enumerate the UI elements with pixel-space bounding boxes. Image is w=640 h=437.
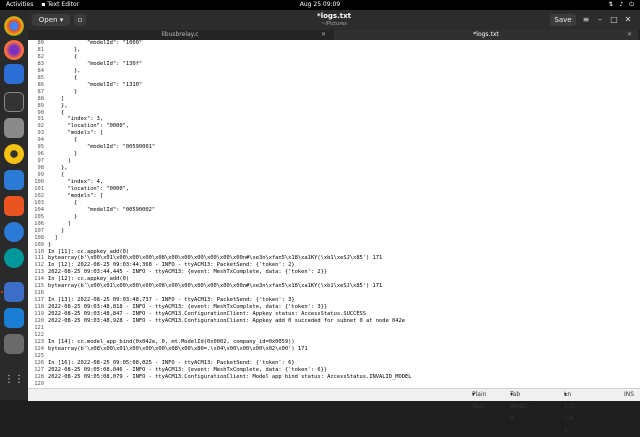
insert-mode: INS <box>624 391 635 398</box>
line-text: }, <box>48 46 81 53</box>
line-text: In [11]: cc.appkey_add(0) <box>48 248 130 255</box>
line-text: In [14]: cc.model_app_bind(0x042e, 0, mt… <box>48 338 295 345</box>
line-text: } <box>48 88 78 95</box>
line-text: 2022-08-25 09:05:08,046 - INFO - ttyACM1… <box>48 366 328 373</box>
close-tab-icon[interactable]: ✕ <box>627 30 632 40</box>
code-line: 115 bytearray(b'\x00\x01\x00\x00\x00\x08\… <box>28 283 382 290</box>
header-bar: Open ▾ ▫ *logs.txt ~/Pictures Save ≡ – □… <box>28 10 640 30</box>
line-text: "models": [ <box>48 192 104 199</box>
line-text: 2022-08-25 09:03:48,928 - INFO - ttyACM1… <box>48 318 405 324</box>
window-subtitle: ~/Pictures <box>321 21 347 27</box>
line-text: In [12]: 2022-08-25 09:03:44,368 - INFO … <box>48 262 295 269</box>
line-text: "modelId": "1000" <box>48 40 143 46</box>
maximize-icon[interactable]: □ <box>608 14 620 26</box>
syntax-selector[interactable]: Plain Text ▾ <box>472 389 486 410</box>
vscode-icon[interactable] <box>4 308 24 328</box>
libreoffice-writer-icon[interactable] <box>4 170 24 190</box>
rhythmbox-icon[interactable] <box>4 144 24 164</box>
text-content[interactable]: 80 "modelId": "1000" 81 }, 82 {83 "modelId… <box>28 40 640 388</box>
line-text: { <box>48 137 78 144</box>
minimize-icon[interactable]: – <box>594 14 606 26</box>
tab-logs[interactable]: *logs.txt ✕ <box>334 30 638 40</box>
line-text: "modelId": "1310" <box>48 81 143 88</box>
text-editor-window: Open ▾ ▫ *logs.txt ~/Pictures Save ≡ – □… <box>28 10 640 434</box>
clock[interactable]: Aug 25 09:09 <box>300 1 340 8</box>
tab-libusbrelay[interactable]: libusbrelay.c ✕ <box>28 30 332 40</box>
line-text: { <box>48 53 78 60</box>
line-text: "modelId": "00590002" <box>48 206 156 213</box>
menu-icon[interactable]: ≡ <box>580 14 592 26</box>
chrome-icon[interactable] <box>4 16 24 36</box>
line-text: }, <box>48 165 68 172</box>
line-text: "location": "0000", <box>48 123 130 130</box>
line-text: 2022-08-25 09:03:48,847 - INFO - ttyACM1… <box>48 311 367 318</box>
line-text: ] <box>48 158 71 165</box>
line-text: { <box>48 74 78 81</box>
show-apps-icon[interactable]: ⋮⋮ <box>4 370 24 390</box>
line-text: "modelId": "130f" <box>48 60 143 67</box>
files-icon[interactable] <box>4 118 24 138</box>
window-title: *logs.txt <box>317 12 351 20</box>
terminal-icon[interactable] <box>4 92 24 112</box>
system-top-bar: Activities ▪ Text Editor Aug 25 09:09 ⇅ … <box>0 0 640 10</box>
network-icon[interactable]: ⇅ <box>608 0 613 10</box>
firefox-icon[interactable] <box>4 40 24 60</box>
volume-icon[interactable]: ♪ <box>619 0 623 10</box>
line-text: { <box>48 199 78 206</box>
line-text: ] <box>48 234 58 241</box>
line-text: "index": 3, <box>48 116 104 123</box>
software-center-icon[interactable] <box>4 196 24 216</box>
active-indicator <box>1 291 3 293</box>
tab-bar: libusbrelay.c ✕ *logs.txt ✕ <box>28 30 640 40</box>
line-text: bytearray(b'\x00\x01\x00\x00\x00\x08\x00… <box>48 255 383 262</box>
line-text: bytearray(b'\x08\x00\x01\x00\x00\x00\x08… <box>48 345 308 352</box>
save-button[interactable]: Save <box>550 14 576 26</box>
tab-width-selector[interactable]: Tab Width: 8 ▾ <box>510 389 529 422</box>
line-text: { <box>48 172 65 179</box>
trash-icon[interactable] <box>4 334 24 354</box>
line-text: In [16]: 2022-08-25 09:05:08,025 - INFO … <box>48 359 295 366</box>
line-text: 2022-08-25 09:05:08,079 - INFO - ttyACM1… <box>48 373 412 380</box>
line-text: } <box>48 241 52 248</box>
close-tab-icon[interactable]: ✕ <box>321 30 326 40</box>
help-icon[interactable] <box>4 222 24 242</box>
line-text: ] <box>48 95 65 102</box>
line-text: 2022-08-25 09:03:48,818 - INFO - ttyACM1… <box>48 304 328 311</box>
line-text: bytearray(b'\x00\x01\x00\x00\x00\x08\x00… <box>48 283 383 290</box>
code-line: 124 bytearray(b'\x08\x00\x01\x00\x00\x00\… <box>28 345 308 353</box>
line-text: } <box>48 213 78 220</box>
line-text: "index": 4, <box>48 179 104 185</box>
line-text: "models": [ <box>48 130 104 137</box>
arduino-icon[interactable] <box>4 248 24 268</box>
status-bar: Plain Text ▾ Tab Width: 8 ▾ Ln 130, Col … <box>28 388 640 434</box>
cursor-position[interactable]: Ln 130, Col 1 ▾ <box>564 389 577 434</box>
code-line: 128 2022-08-25 09:05:08,079 - INFO - ttyA… <box>28 373 412 381</box>
thunderbird-icon[interactable] <box>4 64 24 84</box>
line-text: }, <box>48 67 81 74</box>
line-text: 2022-08-25 09:03:44,445 - INFO - ttyACM1… <box>48 269 328 276</box>
dock: ⋮⋮ <box>0 10 28 400</box>
line-text: } <box>48 227 65 234</box>
text-editor-dock-icon[interactable] <box>4 282 24 302</box>
line-text: ] <box>48 220 71 227</box>
line-text: In [13]: 2022-08-25 09:03:48,737 - INFO … <box>48 297 295 304</box>
code-line: 120 2022-08-25 09:03:48,928 - INFO - ttyA… <box>28 318 405 325</box>
power-icon[interactable]: ⏻ <box>629 0 634 10</box>
line-text: "location": "0000", <box>48 185 130 192</box>
line-text: In [12]: cc.appkey_add(0) <box>48 276 130 283</box>
line-text: } <box>48 151 78 158</box>
line-text: "modelId": "00590001" <box>48 144 156 151</box>
line-text: }, <box>48 102 68 109</box>
line-text: { <box>48 109 65 116</box>
close-icon[interactable]: ✕ <box>622 14 634 26</box>
